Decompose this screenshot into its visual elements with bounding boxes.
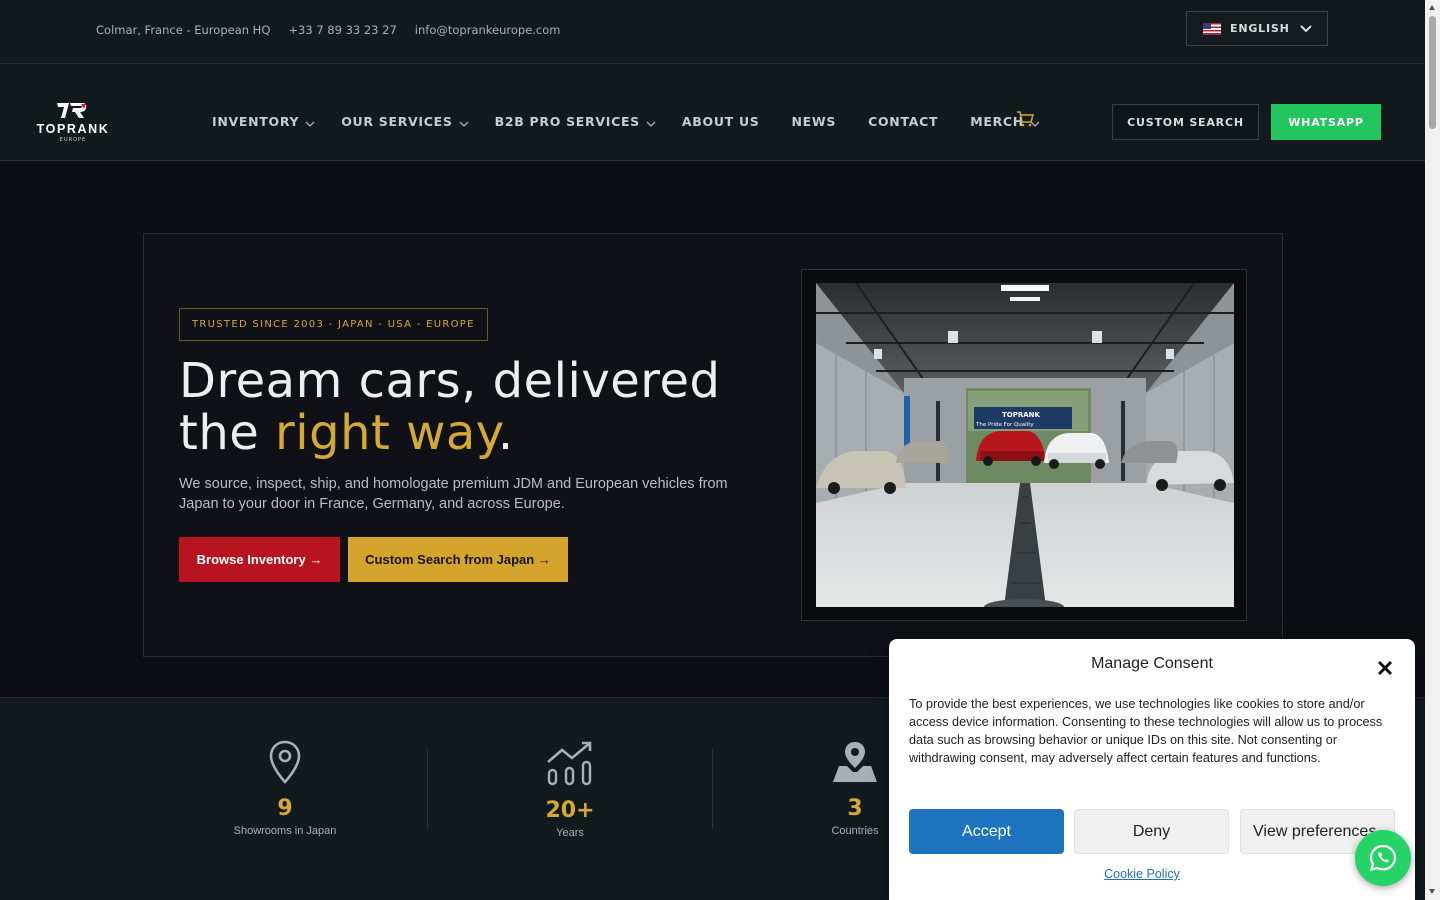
nav-label: B2B PRO SERVICES: [494, 114, 640, 129]
chevron-down-icon: [459, 121, 469, 127]
toprank-logo[interactable]: TOPRANK EUROPE: [27, 102, 119, 144]
cart-icon[interactable]: [1016, 110, 1034, 128]
nav-item-inventory[interactable]: INVENTORY: [212, 114, 315, 129]
nav-menu: INVENTORY OUR SERVICES B2B PRO SERVICES …: [212, 114, 1040, 129]
language-selector[interactable]: ENGLISH: [1186, 11, 1328, 46]
whatsapp-button[interactable]: WHATSAPP: [1271, 104, 1381, 140]
photo-sign-text: TOPRANK: [1002, 411, 1041, 419]
top-info-bar: Colmar, France - European HQ +33 7 89 33…: [0, 0, 1425, 64]
scroll-down-arrow-icon[interactable]: [1429, 889, 1435, 894]
showroom-illustration: TOPRANK The Pride For Quality: [816, 283, 1234, 607]
custom-search-japan-button[interactable]: Custom Search from Japan →: [348, 537, 568, 582]
map-pin-icon: [269, 740, 301, 784]
custom-search-button[interactable]: CUSTOM SEARCH: [1112, 104, 1259, 140]
hero-title-dot: .: [497, 405, 514, 461]
whatsapp-float-button[interactable]: [1355, 830, 1411, 886]
hero-title-the: the: [179, 405, 276, 461]
nav-item-our-services[interactable]: OUR SERVICES: [341, 114, 469, 129]
nav-item-about-us[interactable]: ABOUT US: [682, 114, 760, 129]
logo-subtitle: EUROPE: [59, 137, 87, 143]
page-scrollbar[interactable]: [1425, 0, 1440, 900]
chevron-down-icon: [1300, 25, 1312, 33]
main-navigation: TOPRANK EUROPE INVENTORY OUR SERVICES B2…: [0, 64, 1425, 161]
whatsapp-icon: [1369, 844, 1397, 872]
chevron-down-icon: [646, 121, 656, 127]
nav-label: OUR SERVICES: [341, 114, 453, 129]
scroll-up-arrow-icon[interactable]: [1429, 5, 1435, 10]
stat-divider: [712, 749, 713, 829]
logo-mark-icon: [57, 103, 87, 118]
consent-title: Manage Consent: [1091, 655, 1213, 672]
chevron-down-icon: [305, 121, 315, 127]
hero-description: We source, inspect, ship, and homologate…: [179, 476, 728, 512]
email-link[interactable]: info@toprankeurope.com: [415, 23, 561, 37]
nav-item-news[interactable]: NEWS: [792, 114, 837, 129]
consent-text: To provide the best experiences, we use …: [909, 697, 1383, 765]
cookie-consent-dialog: Manage Consent To provide the best exper…: [889, 639, 1415, 900]
growth-chart-icon: [547, 741, 592, 786]
close-icon[interactable]: [1374, 657, 1396, 679]
nav-label: CONTACT: [868, 114, 939, 129]
hero-image-frame: TOPRANK The Pride For Quality: [801, 269, 1247, 621]
hero-title-line1: Dream cars, delivered: [179, 353, 721, 409]
stat-showrooms: 9 Showrooms in Japan: [205, 740, 365, 837]
stat-label: Showrooms in Japan: [233, 825, 337, 837]
nav-item-contact[interactable]: CONTACT: [868, 114, 938, 129]
stat-label: Years: [556, 827, 584, 839]
showroom-photo: TOPRANK The Pride For Quality: [816, 283, 1234, 607]
nav-label: INVENTORY: [212, 114, 300, 129]
trust-badge: TRUSTED SINCE 2003 - JAPAN - USA - EUROP…: [179, 308, 488, 341]
stat-value: 9: [277, 796, 293, 821]
nav-label: NEWS: [791, 114, 837, 129]
nav-label: ABOUT US: [681, 114, 760, 129]
nav-item-b2b-pro-services[interactable]: B2B PRO SERVICES: [495, 114, 656, 129]
contact-info: Colmar, France - European HQ +33 7 89 33…: [96, 23, 561, 37]
accept-button[interactable]: Accept: [909, 809, 1064, 854]
scrollbar-thumb[interactable]: [1429, 16, 1436, 129]
location-text: Colmar, France - European HQ: [96, 23, 271, 37]
stat-value: 20+: [545, 798, 595, 823]
us-flag-icon: [1203, 22, 1221, 35]
hero-section: TRUSTED SINCE 2003 - JAPAN - USA - EUROP…: [143, 233, 1283, 657]
language-label: ENGLISH: [1230, 22, 1290, 35]
hero-title: Dream cars, delivered the right way.: [179, 355, 720, 459]
phone-link[interactable]: +33 7 89 33 23 27: [288, 23, 396, 37]
stat-divider: [427, 749, 428, 829]
map-marker-icon: [833, 742, 877, 782]
photo-sign-subtext: The Pride For Quality: [975, 422, 1034, 428]
browse-inventory-button[interactable]: Browse Inventory →: [179, 537, 340, 582]
deny-button[interactable]: Deny: [1074, 809, 1229, 854]
logo-wordmark: TOPRANK: [36, 122, 110, 136]
hero-title-highlight: right way: [275, 405, 498, 461]
stat-years: 20+ Years: [490, 740, 650, 839]
cookie-policy-link[interactable]: Cookie Policy: [889, 867, 1395, 881]
